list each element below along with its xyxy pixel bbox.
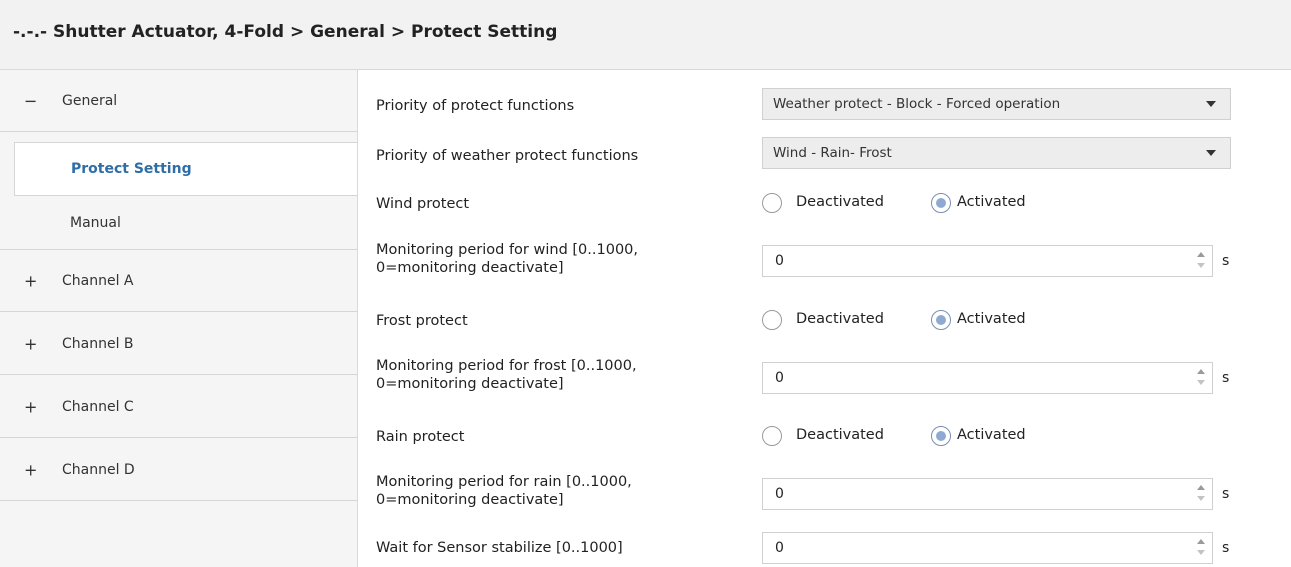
rain-period-label: Monitoring period for rain [0..1000, 0=m… — [376, 473, 632, 509]
select-value: Wind - Rain- Frost — [773, 145, 892, 161]
sensor-wait-label: Wait for Sensor stabilize [0..1000] — [376, 540, 623, 556]
wind-deactivated-radio[interactable] — [762, 193, 782, 213]
radio-label: Deactivated — [796, 427, 884, 443]
label-line: Monitoring period for rain [0..1000, — [376, 474, 632, 490]
input-value: 0 — [775, 370, 784, 386]
expand-icon[interactable]: + — [24, 460, 37, 479]
wind-period-input[interactable]: 0 — [762, 245, 1213, 277]
wind-period-label: Monitoring period for wind [0..1000, 0=m… — [376, 241, 638, 277]
breadcrumb: -.-.- Shutter Actuator, 4-Fold > General… — [13, 22, 558, 42]
sidebar-item-label: Channel D — [62, 461, 135, 478]
sidebar-item-channel-d[interactable]: + Channel D — [0, 439, 357, 501]
sidebar-item-channel-b[interactable]: + Channel B — [0, 313, 357, 375]
priority-weather-select[interactable]: Wind - Rain- Frost — [762, 137, 1231, 169]
chevron-down-icon[interactable] — [1206, 101, 1216, 107]
sensor-wait-input[interactable]: 0 — [762, 532, 1213, 564]
wind-protect-label: Wind protect — [376, 196, 470, 212]
wind-activated-radio[interactable] — [931, 193, 951, 213]
sidebar-item-channel-c[interactable]: + Channel C — [0, 376, 357, 438]
radio-label: Activated — [957, 311, 1026, 327]
sidebar-item-label: Protect Setting — [71, 161, 192, 177]
chevron-down-icon[interactable] — [1206, 150, 1216, 156]
select-value: Weather protect - Block - Forced operati… — [773, 96, 1061, 112]
radio-label: Activated — [957, 194, 1026, 210]
collapse-icon[interactable]: − — [24, 91, 37, 110]
sidebar-item-general[interactable]: − General — [0, 70, 357, 132]
frost-activated-radio[interactable] — [931, 310, 951, 330]
spinner-arrows-icon[interactable] — [1196, 485, 1206, 505]
sidebar-item-manual[interactable]: Manual — [14, 196, 357, 250]
frost-protect-label: Frost protect — [376, 313, 468, 329]
label-line: Monitoring period for frost [0..1000, — [376, 358, 637, 374]
priority-protect-label: Priority of protect functions — [376, 98, 575, 114]
priority-weather-label: Priority of weather protect functions — [376, 148, 639, 164]
unit-label: s — [1222, 370, 1230, 386]
frost-period-label: Monitoring period for frost [0..1000, 0=… — [376, 357, 637, 393]
title-bar: -.-.- Shutter Actuator, 4-Fold > General… — [0, 0, 1291, 70]
expand-icon[interactable]: + — [24, 271, 37, 290]
rain-protect-label: Rain protect — [376, 429, 465, 445]
sidebar-item-label: Channel B — [62, 335, 134, 352]
spinner-arrows-icon[interactable] — [1196, 252, 1206, 272]
label-line: 0=monitoring deactivate] — [376, 492, 564, 508]
input-value: 0 — [775, 253, 784, 269]
unit-label: s — [1222, 540, 1230, 556]
sidebar-item-label: General — [62, 92, 118, 109]
rain-deactivated-radio[interactable] — [762, 426, 782, 446]
frost-deactivated-radio[interactable] — [762, 310, 782, 330]
priority-protect-select[interactable]: Weather protect - Block - Forced operati… — [762, 88, 1231, 120]
sidebar: − General Protect Setting Manual + Chann… — [0, 70, 358, 567]
unit-label: s — [1222, 486, 1230, 502]
radio-label: Deactivated — [796, 194, 884, 210]
rain-period-input[interactable]: 0 — [762, 478, 1213, 510]
spinner-arrows-icon[interactable] — [1196, 539, 1206, 559]
input-value: 0 — [775, 486, 784, 502]
rain-activated-radio[interactable] — [931, 426, 951, 446]
unit-label: s — [1222, 253, 1230, 269]
spinner-arrows-icon[interactable] — [1196, 369, 1206, 389]
input-value: 0 — [775, 540, 784, 556]
label-line: Monitoring period for wind [0..1000, — [376, 242, 638, 258]
sidebar-item-label: Channel A — [62, 272, 134, 289]
label-line: 0=monitoring deactivate] — [376, 260, 564, 276]
sidebar-item-label: Channel C — [62, 398, 134, 415]
sidebar-item-label: Manual — [70, 215, 121, 231]
sidebar-item-channel-a[interactable]: + Channel A — [0, 250, 357, 312]
radio-label: Deactivated — [796, 311, 884, 327]
frost-period-input[interactable]: 0 — [762, 362, 1213, 394]
sidebar-item-protect-setting[interactable]: Protect Setting — [14, 142, 357, 196]
label-line: 0=monitoring deactivate] — [376, 376, 564, 392]
expand-icon[interactable]: + — [24, 397, 37, 416]
expand-icon[interactable]: + — [24, 334, 37, 353]
radio-label: Activated — [957, 427, 1026, 443]
